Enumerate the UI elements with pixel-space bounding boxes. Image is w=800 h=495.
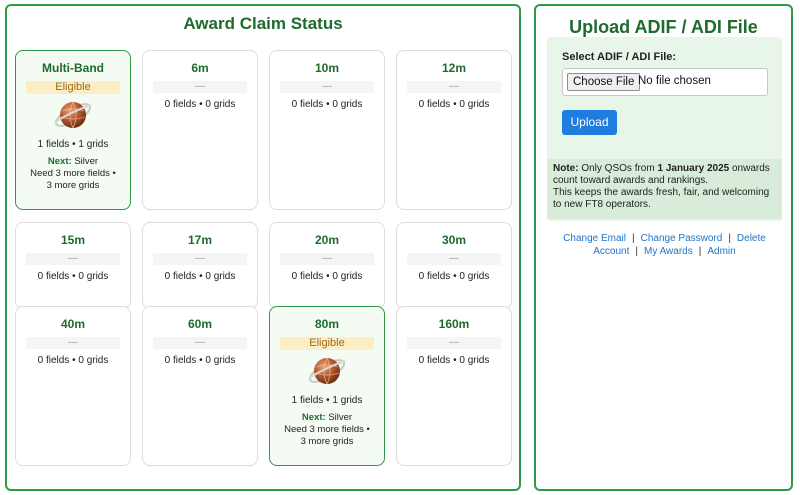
award-panel-title: Award Claim Status (183, 14, 343, 33)
band-label: 20m (314, 233, 340, 247)
my-awards-link[interactable]: My Awards (644, 246, 693, 257)
need-more-line2: 3 more grids (300, 436, 354, 447)
field-grid-counts: 1 fields • 1 grids (291, 395, 363, 406)
upload-panel: Upload ADIF / ADI File Select ADIF / ADI… (534, 4, 793, 491)
band-label: 80m (314, 317, 340, 331)
change-password-link[interactable]: Change Password (641, 233, 723, 244)
band-label: 10m (314, 61, 340, 75)
band-label: 15m (60, 233, 86, 247)
field-grid-counts: 0 fields • 0 grids (37, 271, 109, 282)
status-badge: — (280, 81, 374, 93)
status-badge: — (153, 81, 247, 93)
status-badge: — (26, 337, 120, 349)
award-card-10m: 10m — 0 fields • 0 grids (269, 50, 385, 210)
note-text-before: Only QSOs from (581, 163, 655, 174)
status-badge: — (407, 253, 501, 265)
band-label: 160m (438, 317, 470, 331)
note-date: 1 January 2025 (657, 163, 730, 174)
field-grid-counts: 0 fields • 0 grids (291, 271, 363, 282)
note-line2: This keeps the awards fresh, fair, and w… (553, 187, 770, 210)
select-file-label: Select ADIF / ADI File: (562, 51, 677, 63)
no-file-chosen-text: No file chosen (638, 75, 711, 87)
status-badge: — (407, 337, 501, 349)
award-card-160m: 160m — 0 fields • 0 grids (396, 306, 512, 466)
status-badge: — (153, 337, 247, 349)
award-card-15m: 15m — 0 fields • 0 grids (15, 222, 131, 309)
award-card-20m: 20m — 0 fields • 0 grids (269, 222, 385, 309)
award-card-6m: 6m — 0 fields • 0 grids (142, 50, 258, 210)
award-card-17m: 17m — 0 fields • 0 grids (142, 222, 258, 309)
medal-icon (308, 357, 346, 385)
status-badge: — (153, 253, 247, 265)
link-separator: | (631, 233, 635, 244)
link-separator: | (728, 233, 731, 244)
band-label: 40m (60, 317, 86, 331)
choose-file-button[interactable]: Choose File (567, 73, 641, 91)
next-level-value: Silver (328, 412, 353, 423)
band-label: Multi-Band (42, 61, 104, 75)
field-grid-counts: 0 fields • 0 grids (418, 355, 490, 366)
next-level-info: Next: Silver Need 3 more fields • 3 more g… (270, 412, 384, 448)
next-level-info: Next: Silver Need 3 more fields • 3 more g… (16, 156, 130, 192)
field-grid-counts: 0 fields • 0 grids (418, 271, 490, 282)
field-grid-counts: 0 fields • 0 grids (164, 355, 236, 366)
award-card-40m: 40m — 0 fields • 0 grids (15, 306, 131, 466)
status-badge: — (407, 81, 501, 93)
upload-panel-title: Upload ADIF / ADI File (569, 17, 758, 37)
award-card-multi-band: Multi-Band Eligible 1 fields • 1 grids Next… (15, 50, 131, 210)
link-separator: | (698, 246, 702, 257)
award-card-60m: 60m — 0 fields • 0 grids (142, 306, 258, 466)
field-grid-counts: 0 fields • 0 grids (164, 271, 236, 282)
link-separator: | (635, 246, 639, 257)
admin-link[interactable]: Admin (707, 246, 735, 257)
award-card-80m: 80m Eligible 1 fields • 1 grids Next: Silve… (269, 306, 385, 466)
upload-button[interactable]: Upload (562, 110, 617, 135)
status-badge: Eligible (26, 81, 120, 94)
need-more-line1: Need 3 more fields • (30, 168, 116, 179)
note-label: Note: (553, 163, 579, 174)
award-card-30m: 30m — 0 fields • 0 grids (396, 222, 512, 309)
band-label: 6m (191, 61, 209, 75)
need-more-line1: Need 3 more fields • (284, 424, 370, 435)
file-input[interactable]: Choose File No file chosen (562, 68, 768, 96)
field-grid-counts: 0 fields • 0 grids (418, 99, 490, 110)
band-label: 12m (441, 61, 467, 75)
field-grid-counts: 0 fields • 0 grids (37, 355, 109, 366)
status-badge: — (26, 253, 120, 265)
award-card-12m: 12m — 0 fields • 0 grids (396, 50, 512, 210)
award-claim-status-panel: Award Claim Status Multi-Band Eligible 1 f… (5, 4, 521, 491)
status-badge: — (280, 253, 374, 265)
field-grid-counts: 0 fields • 0 grids (291, 99, 363, 110)
next-level-value: Silver (74, 156, 99, 167)
status-badge: Eligible (280, 337, 374, 350)
band-label: 60m (187, 317, 213, 331)
note-box: Note: Only QSOs from 1 January 2025 onwa… (547, 159, 782, 219)
band-label: 30m (441, 233, 467, 247)
medal-icon (54, 101, 92, 129)
field-grid-counts: 0 fields • 0 grids (164, 99, 236, 110)
next-label: Next: (301, 412, 326, 423)
need-more-line2: 3 more grids (46, 180, 100, 191)
account-links: Change Email | Change Password | Delete Acco… (547, 232, 782, 258)
change-email-link[interactable]: Change Email (563, 233, 626, 244)
next-label: Next: (47, 156, 72, 167)
band-label: 17m (187, 233, 213, 247)
field-grid-counts: 1 fields • 1 grids (37, 139, 109, 150)
